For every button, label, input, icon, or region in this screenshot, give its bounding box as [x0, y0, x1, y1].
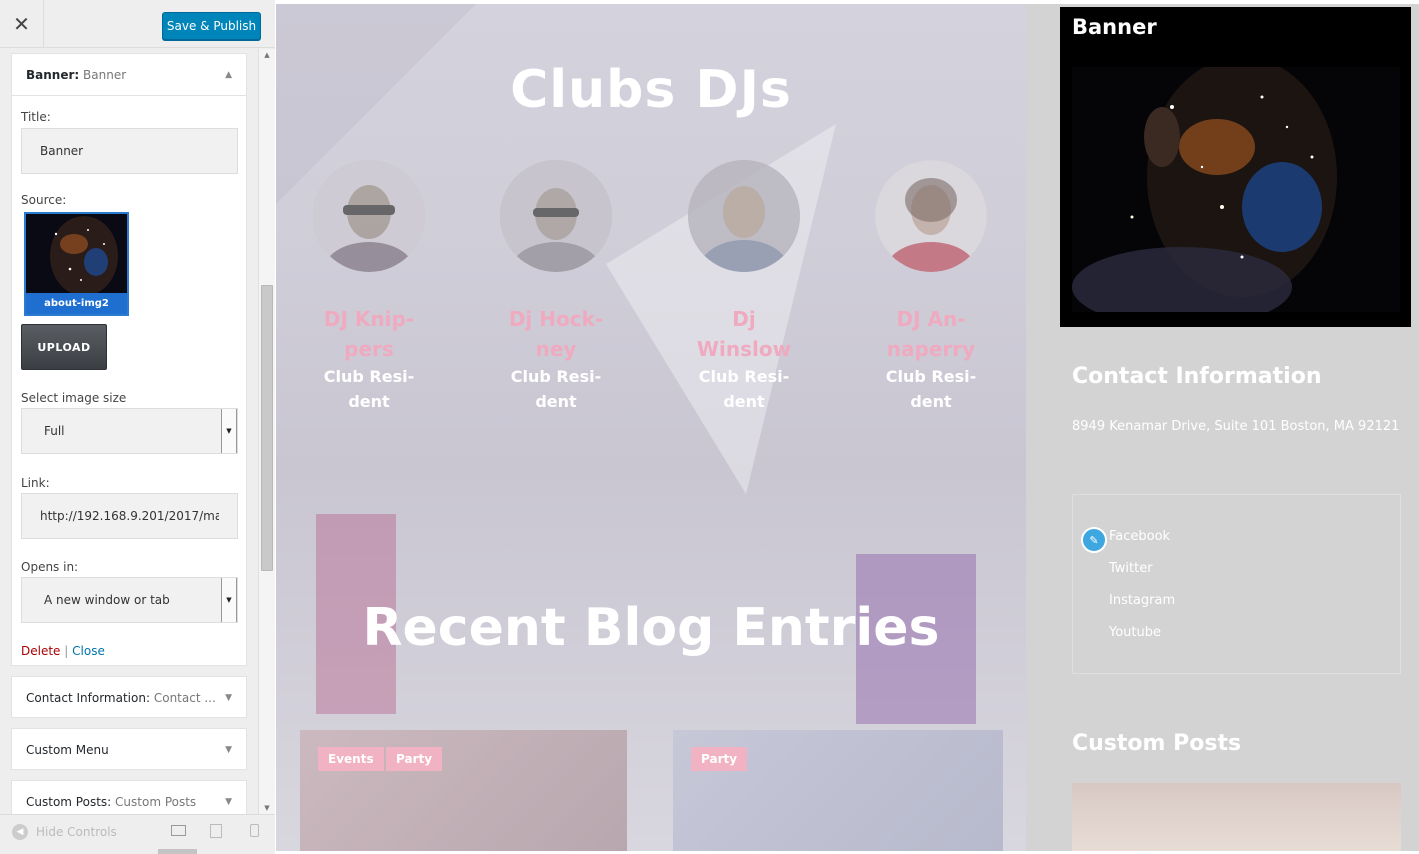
chevron-up-icon[interactable]: ▲ — [225, 70, 232, 80]
social-link-facebook[interactable]: Facebook — [1109, 529, 1170, 544]
chevron-down-icon[interactable]: ▼ — [225, 797, 232, 807]
clubs-djs-heading: Clubs DJs — [510, 60, 792, 120]
dj-name[interactable]: Dj Winslow — [679, 304, 809, 364]
scroll-up-icon[interactable]: ▲ — [259, 49, 275, 61]
blog-tag[interactable]: Party — [386, 747, 443, 771]
contact-information-widget[interactable]: Contact Information: Contact ... ▼ — [11, 676, 247, 718]
source-image — [26, 214, 127, 294]
dj-avatar — [688, 160, 800, 272]
custom-menu-widget[interactable]: Custom Menu ▼ — [11, 728, 247, 770]
chevron-down-icon[interactable]: ▼ — [221, 578, 237, 622]
social-link-youtube[interactable]: Youtube — [1109, 625, 1161, 640]
sidebar-footer: ◀ Hide Controls — [0, 814, 275, 854]
save-publish-button[interactable]: Save & Publish — [162, 12, 261, 40]
pencil-icon[interactable]: ✎ — [1081, 527, 1107, 553]
image-size-select[interactable]: Full ▼ — [21, 408, 238, 454]
contact-address: 8949 Kenamar Drive, Suite 101 Boston, MA… — [1072, 419, 1400, 434]
widget-actions: Delete | Close — [21, 644, 105, 658]
banner-title: Banner — [1072, 15, 1157, 39]
hide-controls-button[interactable]: ◀ Hide Controls — [12, 824, 117, 840]
link-input[interactable] — [21, 493, 238, 539]
customizer-sidebar: ✕ Save & Publish Banner: Banner ▲ Title:… — [0, 0, 275, 854]
social-menu: ✎ Facebook Twitter Instagram Youtube — [1072, 494, 1401, 674]
contact-information-heading: Contact Information — [1072, 364, 1322, 389]
dj-card[interactable]: Dj Winslow Club Resi- dent — [679, 160, 809, 414]
dj-avatar — [875, 160, 987, 272]
opens-in-label: Opens in: — [21, 560, 79, 574]
dj-name[interactable]: DJ Knip- pers — [304, 304, 434, 364]
dj-avatar — [313, 160, 425, 272]
delete-link[interactable]: Delete — [21, 644, 60, 658]
widgets-panel: Banner: Banner ▲ Title: Source: — [0, 49, 258, 814]
banner-widget: Banner: Banner ▲ Title: Source: — [11, 53, 247, 666]
source-image-thumbnail[interactable]: about-img2 — [24, 212, 129, 316]
scrollbar-thumb[interactable] — [261, 285, 273, 571]
banner-widget-header[interactable]: Banner: Banner ▲ — [12, 54, 246, 96]
blog-tag[interactable]: Party — [691, 747, 748, 771]
widget-title: Custom Posts: Custom Posts — [26, 795, 197, 809]
active-device-indicator — [158, 849, 197, 854]
dj-card[interactable]: DJ Knip- pers Club Resi- dent — [304, 160, 434, 414]
custom-posts-heading: Custom Posts — [1072, 731, 1242, 756]
blog-tag[interactable]: Events — [318, 747, 384, 771]
source-label: Source: — [21, 193, 67, 207]
tablet-icon[interactable] — [210, 824, 222, 838]
main-content: Clubs DJs DJ Knip- pers Club Resi- dent … — [276, 4, 1026, 851]
dj-name[interactable]: Dj Hock- ney — [491, 304, 621, 364]
social-link-twitter[interactable]: Twitter — [1109, 561, 1153, 576]
blog-card[interactable]: Events Party — [300, 730, 627, 851]
opens-in-select[interactable]: A new window or tab ▼ — [21, 577, 238, 623]
banner-widget-preview[interactable]: Banner — [1060, 7, 1411, 327]
source-caption: about-img2 — [26, 293, 127, 314]
widget-title: Contact Information: Contact ... — [26, 691, 216, 705]
chevron-down-icon[interactable]: ▼ — [225, 693, 232, 703]
dj-avatar — [500, 160, 612, 272]
desktop-icon[interactable] — [171, 825, 186, 836]
close-link[interactable]: Close — [72, 644, 105, 658]
blog-card[interactable]: Party — [673, 730, 1003, 851]
widget-title: Custom Menu — [26, 743, 109, 757]
sidebar-widgets: Banner Contact Information 8949 Kenamar … — [1026, 4, 1419, 851]
dj-role: Club Resi- dent — [885, 367, 977, 411]
title-input[interactable] — [21, 128, 238, 174]
custom-posts-widget[interactable]: Custom Posts: Custom Posts ▼ — [11, 780, 247, 814]
site-preview: Clubs DJs DJ Knip- pers Club Resi- dent … — [276, 4, 1419, 851]
chevron-down-icon[interactable]: ▼ — [225, 745, 232, 755]
social-link-instagram[interactable]: Instagram — [1109, 593, 1175, 608]
image-size-value: Full — [44, 424, 65, 438]
action-separator: | — [64, 644, 69, 658]
dj-card[interactable]: DJ An- naperry Club Resi- dent — [866, 160, 996, 414]
recent-blog-heading: Recent Blog Entries — [362, 598, 940, 658]
hide-controls-icon: ◀ — [12, 824, 28, 840]
image-size-label: Select image size — [21, 391, 127, 405]
dj-card[interactable]: Dj Hock- ney Club Resi- dent — [491, 160, 621, 414]
scroll-down-icon[interactable]: ▼ — [259, 802, 275, 814]
widget-title: Banner: Banner — [26, 67, 127, 82]
sidebar-header: ✕ Save & Publish — [0, 0, 275, 48]
close-icon[interactable]: ✕ — [0, 0, 44, 48]
hide-controls-label: Hide Controls — [36, 825, 117, 839]
link-label: Link: — [21, 476, 50, 490]
dj-name[interactable]: DJ An- naperry — [866, 304, 996, 364]
mobile-icon[interactable] — [250, 824, 259, 837]
upload-button[interactable]: UPLOAD — [21, 324, 107, 370]
custom-post-thumbnail[interactable] — [1072, 783, 1401, 851]
opens-in-value: A new window or tab — [44, 593, 170, 607]
title-label: Title: — [21, 110, 51, 124]
chevron-down-icon[interactable]: ▼ — [221, 409, 237, 453]
banner-image[interactable] — [1072, 67, 1400, 312]
dj-role: Club Resi- dent — [510, 367, 602, 411]
sidebar-scrollbar[interactable]: ▲ ▼ — [258, 49, 275, 814]
dj-role: Club Resi- dent — [323, 367, 415, 411]
dj-role: Club Resi- dent — [698, 367, 790, 411]
